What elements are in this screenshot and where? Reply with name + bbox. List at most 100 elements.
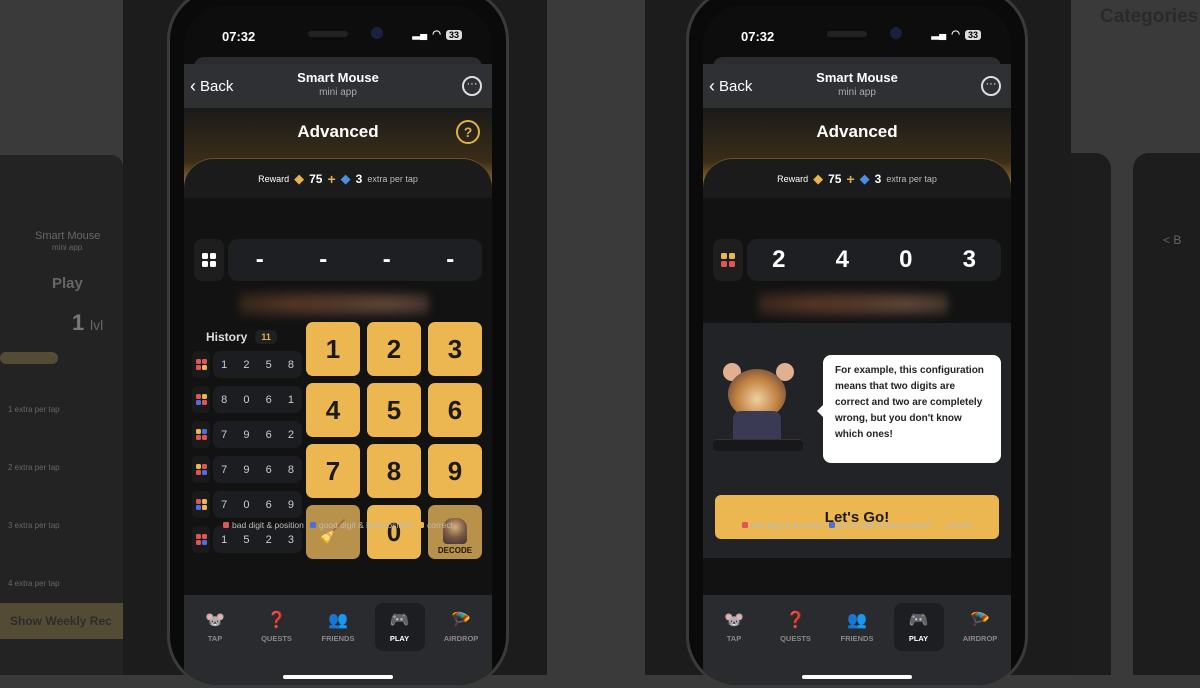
help-icon[interactable]: ? xyxy=(456,120,480,144)
phone-tutorial: 07:32 ▂▄ ◠ 33 ‹ Back Smart Mouse mini ap… xyxy=(686,0,1028,688)
ghost-row: 3 extra per tap xyxy=(8,521,60,530)
quest-icon: ❓ xyxy=(266,611,287,629)
reward-label: Reward xyxy=(777,173,809,184)
camera-dot xyxy=(371,27,383,39)
key-7[interactable]: 7 xyxy=(306,444,360,498)
history-digit: 8 xyxy=(221,393,228,406)
legend: bad digit & position good digit & bad po… xyxy=(703,520,1011,530)
code-display: 2 4 0 3 xyxy=(713,239,1001,281)
ghost-screenshot-left: Smart Mouse mini app Play 1 lvl 1 extra … xyxy=(0,155,123,675)
parachute-icon: 🪂 xyxy=(451,611,471,629)
history-digit: 2 xyxy=(243,358,250,371)
history-digit: 6 xyxy=(265,428,272,441)
history-row: 7 0 6 9 xyxy=(192,491,302,518)
key-6[interactable]: 6 xyxy=(428,383,482,437)
history-row: 7 9 6 8 xyxy=(192,456,302,483)
nav-airdrop[interactable]: 🪂 AIRDROP xyxy=(955,603,1005,651)
ghost-weekly-button: Show Weekly Rec xyxy=(0,603,123,639)
history-digit: 9 xyxy=(243,428,250,441)
code-digit: 3 xyxy=(962,246,976,273)
key-1[interactable]: 1 xyxy=(306,322,360,376)
blurred-mouse-image xyxy=(239,284,429,324)
app-title: Smart Mouse xyxy=(297,70,379,85)
history-header: History 11 xyxy=(206,330,277,344)
ghost-progress xyxy=(0,352,58,364)
reward-extra: extra per tap xyxy=(367,173,418,184)
key-0[interactable]: 0 xyxy=(367,505,421,559)
history-digit: 9 xyxy=(287,498,294,511)
lets-go-button[interactable]: Let's Go! xyxy=(715,495,999,539)
code-digit: 0 xyxy=(899,246,913,273)
blue-gem-icon: ◆ xyxy=(340,170,351,186)
signal-icon: ▂▄ xyxy=(931,29,947,40)
history-digit: 7 xyxy=(221,463,228,476)
history-row: 8 0 6 1 xyxy=(192,386,302,413)
dynamic-island xyxy=(308,31,348,37)
reward-bar: Reward ◆ 75 + ◆ 3 extra per tap xyxy=(184,158,492,198)
nav-quests[interactable]: ❓ QUESTS xyxy=(771,603,821,651)
legend-good: good digit & bad position xyxy=(828,520,931,530)
key-4[interactable]: 4 xyxy=(306,383,360,437)
battery-icon: 33 xyxy=(445,29,462,40)
history-digit: 3 xyxy=(287,533,294,546)
history-digits: 8 0 6 1 xyxy=(213,386,302,413)
status-time: 07:32 xyxy=(741,29,775,44)
tutorial-speech-bubble: For example, this configuration means th… xyxy=(817,355,1001,463)
categories-heading[interactable]: Categories xyxy=(1100,6,1198,28)
key-8[interactable]: 8 xyxy=(367,444,421,498)
key-5[interactable]: 5 xyxy=(367,383,421,437)
history-digit: 0 xyxy=(243,498,250,511)
key-3[interactable]: 3 xyxy=(428,322,482,376)
code-digit: - xyxy=(319,246,328,273)
key-9[interactable]: 9 xyxy=(428,444,482,498)
history-status-icon xyxy=(192,351,210,378)
gamepad-icon: 🎮 xyxy=(389,611,410,629)
code-digit: - xyxy=(382,246,391,273)
nav-tap[interactable]: 🐭 TAP xyxy=(709,603,759,651)
legend: bad digit & position good digit & bad po… xyxy=(184,520,492,530)
signal-icon: ▂▄ xyxy=(412,29,428,40)
level-title: Advanced xyxy=(816,122,898,141)
reward-blue: 3 xyxy=(874,171,882,186)
history-count-badge: 11 xyxy=(255,330,277,344)
bottom-nav: 🐭 TAP ❓ QUESTS 👥 FRIENDS 🎮 PLAY 🪂 AIRDROP xyxy=(184,595,492,685)
code-digit: - xyxy=(446,246,455,273)
blurred-mouse-image xyxy=(758,284,948,324)
history-digit: 1 xyxy=(221,533,228,546)
ghost-row: 2 extra per tap xyxy=(8,463,60,472)
history-digits: 1523 xyxy=(213,526,302,553)
blue-gem-icon: ◆ xyxy=(859,170,870,186)
ghost-screenshot-right2: < B xyxy=(1133,153,1200,675)
legend-bad: bad digit & position xyxy=(742,520,823,530)
home-indicator xyxy=(283,675,393,679)
history-row: 7 9 6 2 xyxy=(192,421,302,448)
ghost-row: 1 extra per tap xyxy=(8,405,60,414)
clear-button[interactable]: 🧹 xyxy=(306,505,360,559)
nav-play[interactable]: 🎮 PLAY xyxy=(374,603,425,651)
nav-tap[interactable]: 🐭 TAP xyxy=(190,603,240,651)
more-icon[interactable]: ··· xyxy=(462,76,482,96)
history-row: 1 2 5 8 xyxy=(192,351,302,378)
history-digit: 1 xyxy=(287,393,294,406)
decode-button[interactable]: DECODE xyxy=(428,505,482,559)
status-bar: 07:32 ▂▄ ◠ 33 xyxy=(703,25,1011,45)
nav-friends[interactable]: 👥 FRIENDS xyxy=(313,603,363,651)
history-status-icon xyxy=(192,386,210,413)
decode-label: DECODE xyxy=(437,546,473,555)
history-status-icon xyxy=(192,491,210,518)
key-2[interactable]: 2 xyxy=(367,322,421,376)
history-digit: 8 xyxy=(287,358,294,371)
history-row: 1523 xyxy=(192,526,302,553)
app-subtitle: mini app xyxy=(838,87,876,98)
nav-friends[interactable]: 👥 FRIENDS xyxy=(832,603,882,651)
code-digit: 4 xyxy=(835,246,849,273)
legend-correct: correct xyxy=(936,520,972,530)
history-digit: 6 xyxy=(265,393,272,406)
history-digit: 2 xyxy=(265,533,272,546)
nav-play[interactable]: 🎮 PLAY xyxy=(893,603,944,651)
camera-dot xyxy=(890,27,902,39)
home-indicator xyxy=(802,675,912,679)
nav-quests[interactable]: ❓ QUESTS xyxy=(252,603,302,651)
more-icon[interactable]: ··· xyxy=(981,76,1001,96)
nav-airdrop[interactable]: 🪂 AIRDROP xyxy=(436,603,486,651)
